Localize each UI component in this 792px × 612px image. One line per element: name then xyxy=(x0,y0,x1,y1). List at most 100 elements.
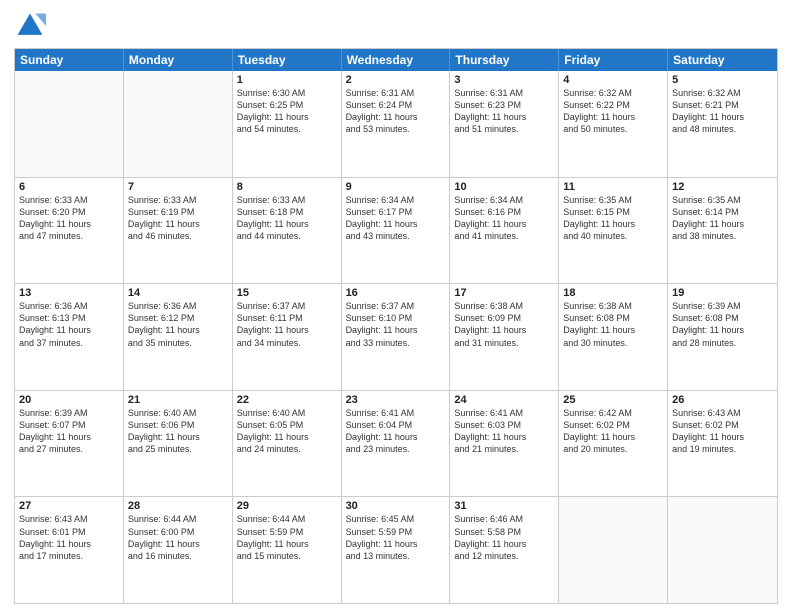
cell-line: Sunset: 6:12 PM xyxy=(128,312,228,324)
cal-cell: 3Sunrise: 6:31 AMSunset: 6:23 PMDaylight… xyxy=(450,71,559,177)
cell-line: Sunset: 6:03 PM xyxy=(454,419,554,431)
cell-line: and 40 minutes. xyxy=(563,230,663,242)
cal-cell: 13Sunrise: 6:36 AMSunset: 6:13 PMDayligh… xyxy=(15,284,124,390)
cell-line: and 48 minutes. xyxy=(672,123,773,135)
cell-line: and 25 minutes. xyxy=(128,443,228,455)
cell-line: Sunset: 6:21 PM xyxy=(672,99,773,111)
cal-cell: 10Sunrise: 6:34 AMSunset: 6:16 PMDayligh… xyxy=(450,178,559,284)
cell-line: Sunrise: 6:35 AM xyxy=(563,194,663,206)
cal-cell: 2Sunrise: 6:31 AMSunset: 6:24 PMDaylight… xyxy=(342,71,451,177)
cal-cell: 7Sunrise: 6:33 AMSunset: 6:19 PMDaylight… xyxy=(124,178,233,284)
cell-line: Sunrise: 6:35 AM xyxy=(672,194,773,206)
day-number: 7 xyxy=(128,181,228,193)
cell-line: Sunrise: 6:46 AM xyxy=(454,513,554,525)
cal-cell: 18Sunrise: 6:38 AMSunset: 6:08 PMDayligh… xyxy=(559,284,668,390)
cell-line: Sunset: 6:07 PM xyxy=(19,419,119,431)
cal-header-cell-sunday: Sunday xyxy=(15,49,124,71)
cell-line: Daylight: 11 hours xyxy=(672,324,773,336)
cal-cell: 12Sunrise: 6:35 AMSunset: 6:14 PMDayligh… xyxy=(668,178,777,284)
cell-line: and 53 minutes. xyxy=(346,123,446,135)
cell-line: Sunrise: 6:36 AM xyxy=(128,300,228,312)
day-number: 18 xyxy=(563,287,663,299)
day-number: 6 xyxy=(19,181,119,193)
cal-cell: 8Sunrise: 6:33 AMSunset: 6:18 PMDaylight… xyxy=(233,178,342,284)
cal-header-cell-wednesday: Wednesday xyxy=(342,49,451,71)
cell-line: and 50 minutes. xyxy=(563,123,663,135)
day-number: 30 xyxy=(346,500,446,512)
day-number: 14 xyxy=(128,287,228,299)
cal-cell: 9Sunrise: 6:34 AMSunset: 6:17 PMDaylight… xyxy=(342,178,451,284)
cell-line: Sunset: 6:04 PM xyxy=(346,419,446,431)
cell-line: Daylight: 11 hours xyxy=(672,431,773,443)
cell-line: Daylight: 11 hours xyxy=(19,431,119,443)
cell-line: Sunset: 6:08 PM xyxy=(672,312,773,324)
cell-line: Daylight: 11 hours xyxy=(237,218,337,230)
cal-header-cell-friday: Friday xyxy=(559,49,668,71)
cell-line: and 46 minutes. xyxy=(128,230,228,242)
cell-line: Daylight: 11 hours xyxy=(346,538,446,550)
day-number: 15 xyxy=(237,287,337,299)
cell-line: and 54 minutes. xyxy=(237,123,337,135)
day-number: 8 xyxy=(237,181,337,193)
cell-line: and 27 minutes. xyxy=(19,443,119,455)
cell-line: and 38 minutes. xyxy=(672,230,773,242)
cell-line: Daylight: 11 hours xyxy=(672,111,773,123)
cell-line: and 21 minutes. xyxy=(454,443,554,455)
cal-cell: 23Sunrise: 6:41 AMSunset: 6:04 PMDayligh… xyxy=(342,391,451,497)
cal-cell: 11Sunrise: 6:35 AMSunset: 6:15 PMDayligh… xyxy=(559,178,668,284)
cal-cell: 24Sunrise: 6:41 AMSunset: 6:03 PMDayligh… xyxy=(450,391,559,497)
cell-line: Sunset: 6:19 PM xyxy=(128,206,228,218)
cell-line: and 31 minutes. xyxy=(454,337,554,349)
cell-line: Sunrise: 6:44 AM xyxy=(128,513,228,525)
cal-cell xyxy=(559,497,668,603)
cell-line: Daylight: 11 hours xyxy=(563,431,663,443)
cal-cell: 16Sunrise: 6:37 AMSunset: 6:10 PMDayligh… xyxy=(342,284,451,390)
cell-line: Sunrise: 6:31 AM xyxy=(346,87,446,99)
cell-line: Daylight: 11 hours xyxy=(454,431,554,443)
cell-line: and 43 minutes. xyxy=(346,230,446,242)
cell-line: and 13 minutes. xyxy=(346,550,446,562)
cal-cell: 30Sunrise: 6:45 AMSunset: 5:59 PMDayligh… xyxy=(342,497,451,603)
cal-cell: 21Sunrise: 6:40 AMSunset: 6:06 PMDayligh… xyxy=(124,391,233,497)
cal-cell: 14Sunrise: 6:36 AMSunset: 6:12 PMDayligh… xyxy=(124,284,233,390)
logo-icon xyxy=(14,10,46,42)
cell-line: Sunrise: 6:32 AM xyxy=(672,87,773,99)
day-number: 16 xyxy=(346,287,446,299)
cell-line: Daylight: 11 hours xyxy=(237,538,337,550)
cell-line: and 44 minutes. xyxy=(237,230,337,242)
cal-cell: 5Sunrise: 6:32 AMSunset: 6:21 PMDaylight… xyxy=(668,71,777,177)
cell-line: Sunset: 6:11 PM xyxy=(237,312,337,324)
cell-line: Sunrise: 6:32 AM xyxy=(563,87,663,99)
cal-cell: 1Sunrise: 6:30 AMSunset: 6:25 PMDaylight… xyxy=(233,71,342,177)
cell-line: and 30 minutes. xyxy=(563,337,663,349)
cell-line: Sunset: 6:02 PM xyxy=(672,419,773,431)
cell-line: Sunrise: 6:41 AM xyxy=(454,407,554,419)
cell-line: Daylight: 11 hours xyxy=(563,324,663,336)
cell-line: Sunset: 6:15 PM xyxy=(563,206,663,218)
cell-line: and 47 minutes. xyxy=(19,230,119,242)
day-number: 26 xyxy=(672,394,773,406)
day-number: 29 xyxy=(237,500,337,512)
cal-row: 6Sunrise: 6:33 AMSunset: 6:20 PMDaylight… xyxy=(15,177,777,284)
day-number: 3 xyxy=(454,74,554,86)
cell-line: and 41 minutes. xyxy=(454,230,554,242)
cell-line: and 28 minutes. xyxy=(672,337,773,349)
cell-line: Sunrise: 6:42 AM xyxy=(563,407,663,419)
cell-line: Sunrise: 6:38 AM xyxy=(454,300,554,312)
cal-cell: 15Sunrise: 6:37 AMSunset: 6:11 PMDayligh… xyxy=(233,284,342,390)
cell-line: Sunset: 6:24 PM xyxy=(346,99,446,111)
cell-line: Sunrise: 6:40 AM xyxy=(128,407,228,419)
day-number: 24 xyxy=(454,394,554,406)
cell-line: and 37 minutes. xyxy=(19,337,119,349)
calendar-header: SundayMondayTuesdayWednesdayThursdayFrid… xyxy=(15,49,777,71)
cal-cell xyxy=(668,497,777,603)
cell-line: Sunrise: 6:41 AM xyxy=(346,407,446,419)
cell-line: Sunset: 6:16 PM xyxy=(454,206,554,218)
cell-line: Sunset: 5:58 PM xyxy=(454,526,554,538)
cell-line: Sunset: 5:59 PM xyxy=(237,526,337,538)
cell-line: Sunset: 6:13 PM xyxy=(19,312,119,324)
cell-line: Sunset: 6:20 PM xyxy=(19,206,119,218)
day-number: 2 xyxy=(346,74,446,86)
cell-line: Sunset: 6:23 PM xyxy=(454,99,554,111)
cell-line: Sunrise: 6:39 AM xyxy=(19,407,119,419)
